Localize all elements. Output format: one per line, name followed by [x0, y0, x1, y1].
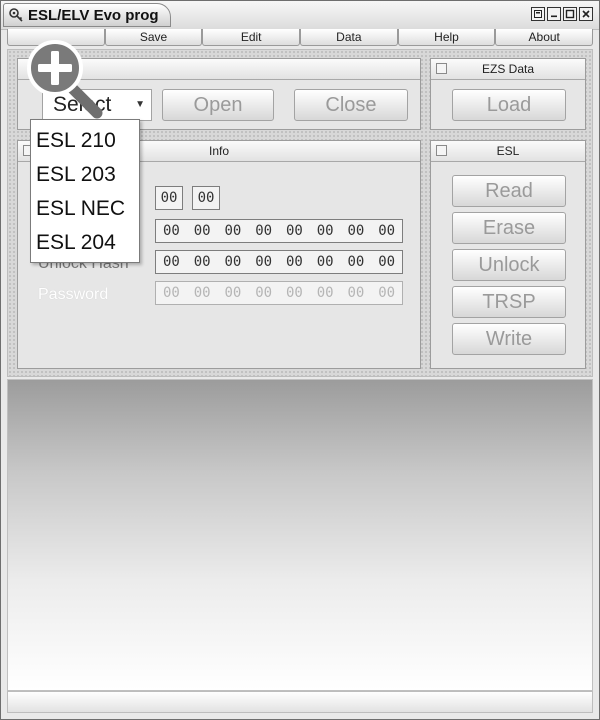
byte-cell: 00 [316, 285, 334, 301]
byte-cell: 00 [224, 254, 242, 270]
maximize-icon[interactable] [563, 7, 577, 21]
byte-cell: 00 [255, 223, 273, 239]
read-button[interactable]: Read [452, 175, 566, 207]
byte-cell: 00 [285, 285, 303, 301]
byte-cell: 00 [193, 285, 211, 301]
menu-item-help[interactable]: Help [397, 29, 496, 46]
ezs-data-header: EZS Data [431, 59, 585, 80]
byte-cell: 00 [347, 285, 365, 301]
byte-cell: 00 [224, 285, 242, 301]
menu-item-data[interactable]: Data [300, 29, 398, 46]
byte-field[interactable]: 00 [192, 186, 220, 210]
title-bar[interactable]: ESL/ELV Evo prog [1, 1, 599, 30]
byte-cell: 00 [193, 223, 211, 239]
log-area [7, 379, 593, 691]
byte-cell: 00 [378, 223, 396, 239]
password-label: Password [38, 286, 109, 303]
menu-item-edit[interactable]: Edit [202, 29, 301, 46]
byte-cell: 00 [378, 254, 396, 270]
car-key-icon [8, 7, 24, 23]
esl-panel: ESL Read Erase Unlock TRSP Write [430, 140, 586, 369]
dropdown-arrow-icon: ▼ [135, 99, 145, 110]
esl-panel-header: ESL [431, 141, 585, 162]
unlock-hash-field[interactable]: 00 00 00 00 00 00 00 00 [155, 250, 403, 274]
byte-cell: 00 [162, 254, 180, 270]
byte-cell: 00 [285, 223, 303, 239]
esl-panel-checkbox[interactable] [436, 145, 447, 156]
close-icon[interactable] [579, 7, 593, 21]
minimize-icon[interactable] [547, 7, 561, 21]
app-window: ESL/ELV Evo prog Save Edit Data Help Abo… [0, 0, 600, 720]
byte-field[interactable]: 00 [155, 186, 183, 210]
password-field[interactable]: 00 00 00 00 00 00 00 00 [155, 281, 403, 305]
write-button[interactable]: Write [452, 323, 566, 355]
unlock-button[interactable]: Unlock [452, 249, 566, 281]
byte-cell: 00 [162, 285, 180, 301]
zoom-in-icon[interactable] [21, 37, 111, 127]
window-controls [531, 7, 593, 21]
load-button[interactable]: Load [452, 89, 566, 121]
open-button[interactable]: Open [162, 89, 274, 121]
trsp-button[interactable]: TRSP [452, 286, 566, 318]
dropdown-option[interactable]: ESL 203 [31, 158, 139, 192]
byte-cell: 00 [255, 254, 273, 270]
byte-cell: 00 [316, 254, 334, 270]
menu-item-save[interactable]: Save [104, 29, 203, 46]
byte-cell: 00 [162, 223, 180, 239]
status-bar [7, 691, 593, 713]
device-dropdown-list: ESL 210 ESL 203 ESL NEC ESL 204 [30, 119, 140, 263]
ezs-data-checkbox[interactable] [436, 63, 447, 74]
byte-cell: 00 [255, 285, 273, 301]
byte-cell: 00 [316, 223, 334, 239]
byte-cell: 00 [347, 223, 365, 239]
dropdown-option[interactable]: ESL NEC [31, 192, 139, 226]
ezs-data-panel: EZS Data Load [430, 58, 586, 130]
byte-cell: 00 [347, 254, 365, 270]
byte-cell: 00 [193, 254, 211, 270]
dropdown-option[interactable]: ESL 210 [31, 124, 139, 158]
restore-icon[interactable] [531, 7, 545, 21]
menu-item-about[interactable]: About [495, 29, 594, 46]
key-hash-field[interactable]: 00 00 00 00 00 00 00 00 [155, 219, 403, 243]
byte-cell: 00 [285, 254, 303, 270]
byte-cell: 00 [378, 285, 396, 301]
erase-button[interactable]: Erase [452, 212, 566, 244]
title-tab: ESL/ELV Evo prog [3, 3, 171, 27]
byte-cell: 00 [224, 223, 242, 239]
close-button[interactable]: Close [294, 89, 408, 121]
window-title: ESL/ELV Evo prog [28, 6, 159, 24]
dropdown-option[interactable]: ESL 204 [31, 226, 139, 260]
